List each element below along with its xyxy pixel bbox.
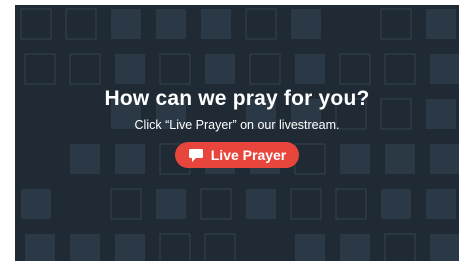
live-prayer-button[interactable]: Live Prayer (175, 142, 299, 168)
subtitle-text: Click “Live Prayer” on our livestream. (134, 118, 340, 132)
page-title: How can we pray for you? (104, 87, 370, 110)
live-prayer-label: Live Prayer (210, 147, 287, 163)
livestream-slide: How can we pray for you? Click “Live Pra… (15, 5, 459, 261)
slide-content: How can we pray for you? Click “Live Pra… (15, 5, 459, 261)
chat-bubble-icon (188, 149, 203, 162)
